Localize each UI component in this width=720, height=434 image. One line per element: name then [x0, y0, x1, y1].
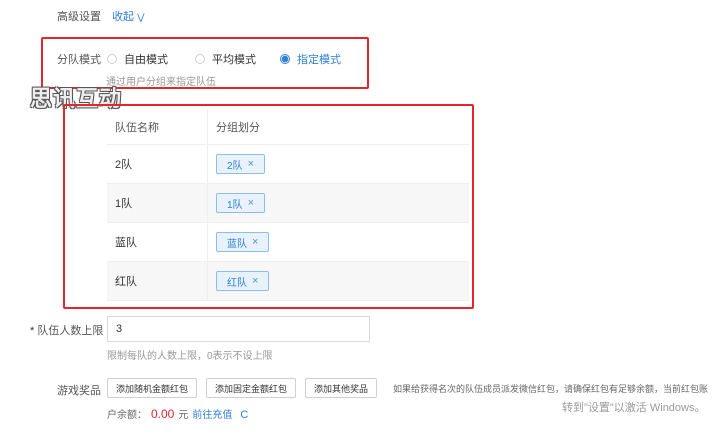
grouping-mode-label: 分队模式	[57, 54, 101, 66]
group-tag[interactable]: 红队 ×	[216, 271, 270, 291]
add-other-prize-button[interactable]: 添加其他奖品	[305, 378, 378, 398]
close-icon[interactable]: ×	[248, 197, 254, 209]
advanced-settings-header: 高级设置 收起 ⋁	[57, 8, 145, 24]
balance-unit: 元	[178, 410, 189, 421]
table-header-row: 队伍名称 分组划分	[107, 110, 469, 145]
team-limit-input[interactable]	[107, 316, 370, 342]
table-row: 1队 1队 ×	[107, 183, 469, 223]
recharge-link[interactable]: 前往充值	[192, 406, 232, 421]
group-cell: 红队 ×	[207, 261, 469, 301]
group-cell: 2队 ×	[207, 144, 469, 184]
collapse-label: 收起	[112, 11, 135, 23]
prizes-label: 游戏奖品	[57, 385, 101, 397]
prize-note: 如果给获得名次的队伍成员派发微信红包，请确保红包有足够余额，当前红包账	[393, 384, 709, 394]
balance-amount: 0.00	[151, 407, 175, 421]
table-row: 2队 2队 ×	[107, 144, 469, 184]
table-row: 蓝队 蓝队 ×	[107, 222, 469, 262]
group-cell: 蓝队 ×	[207, 222, 469, 262]
radio-free-mode[interactable]: 自由模式	[107, 51, 195, 67]
advanced-settings-title: 高级设置	[57, 11, 101, 23]
radio-label: 平均模式	[212, 54, 256, 66]
group-tag-label: 2队	[227, 160, 243, 172]
team-limit-label-wrap: * 队伍人数上限	[30, 322, 103, 338]
group-tag[interactable]: 2队 ×	[216, 154, 265, 174]
radio-label: 指定模式	[297, 54, 341, 66]
teams-table: 队伍名称 分组划分 2队 2队 × 1队 1队 × 蓝队 蓝队 × 红队 红队 …	[107, 110, 469, 301]
add-random-redpacket-button[interactable]: 添加随机金额红包	[107, 378, 198, 398]
team-name-cell: 2队	[107, 144, 208, 184]
column-header-group: 分组划分	[207, 110, 469, 145]
balance-prefix: 户余额：	[107, 410, 147, 421]
grouping-mode-row: 分队模式 自由模式 平均模式 指定模式	[57, 51, 341, 67]
group-tag[interactable]: 蓝队 ×	[216, 232, 270, 252]
group-tag[interactable]: 1队 ×	[216, 193, 265, 213]
radio-label: 自由模式	[124, 54, 168, 66]
team-name-cell: 1队	[107, 183, 208, 223]
grouping-mode-hint: 通过用户分组来指定队伍	[106, 77, 216, 88]
radio-indicator	[195, 54, 205, 64]
table-row: 红队 红队 ×	[107, 261, 469, 301]
close-icon[interactable]: ×	[248, 158, 254, 170]
windows-activation-text: 转到"设置"以激活 Windows。	[562, 402, 706, 414]
close-icon[interactable]: ×	[252, 275, 258, 287]
team-name-cell: 蓝队	[107, 222, 208, 262]
radio-indicator	[107, 54, 117, 64]
group-cell: 1队 ×	[207, 183, 469, 223]
balance-row: 户余额： 0.00 元 前往充值 C	[107, 406, 248, 421]
prize-buttons: 添加随机金额红包 添加固定金额红包 添加其他奖品	[107, 378, 378, 398]
team-limit-hint: 限制每队的人数上限，0表示不设上限	[107, 351, 273, 362]
group-tag-label: 1队	[227, 199, 243, 211]
teams-table-container: 队伍名称 分组划分 2队 2队 × 1队 1队 × 蓝队 蓝队 × 红队 红队 …	[107, 110, 469, 301]
radio-indicator-selected	[280, 54, 290, 64]
required-mark: *	[30, 325, 35, 337]
group-tag-label: 蓝队	[227, 238, 247, 250]
radio-specified-mode[interactable]: 指定模式	[280, 51, 341, 67]
close-icon[interactable]: ×	[252, 236, 258, 248]
group-tag-label: 红队	[227, 277, 247, 289]
team-limit-label: 队伍人数上限	[37, 325, 104, 337]
collapse-link[interactable]: 收起 ⋁	[112, 11, 144, 23]
team-name-cell: 红队	[107, 261, 208, 301]
radio-average-mode[interactable]: 平均模式	[195, 51, 280, 67]
column-header-team-name: 队伍名称	[107, 110, 208, 145]
chevron-down-icon: ⋁	[137, 12, 145, 22]
add-fixed-redpacket-button[interactable]: 添加固定金额红包	[206, 378, 297, 398]
refresh-icon[interactable]: C	[240, 409, 248, 421]
